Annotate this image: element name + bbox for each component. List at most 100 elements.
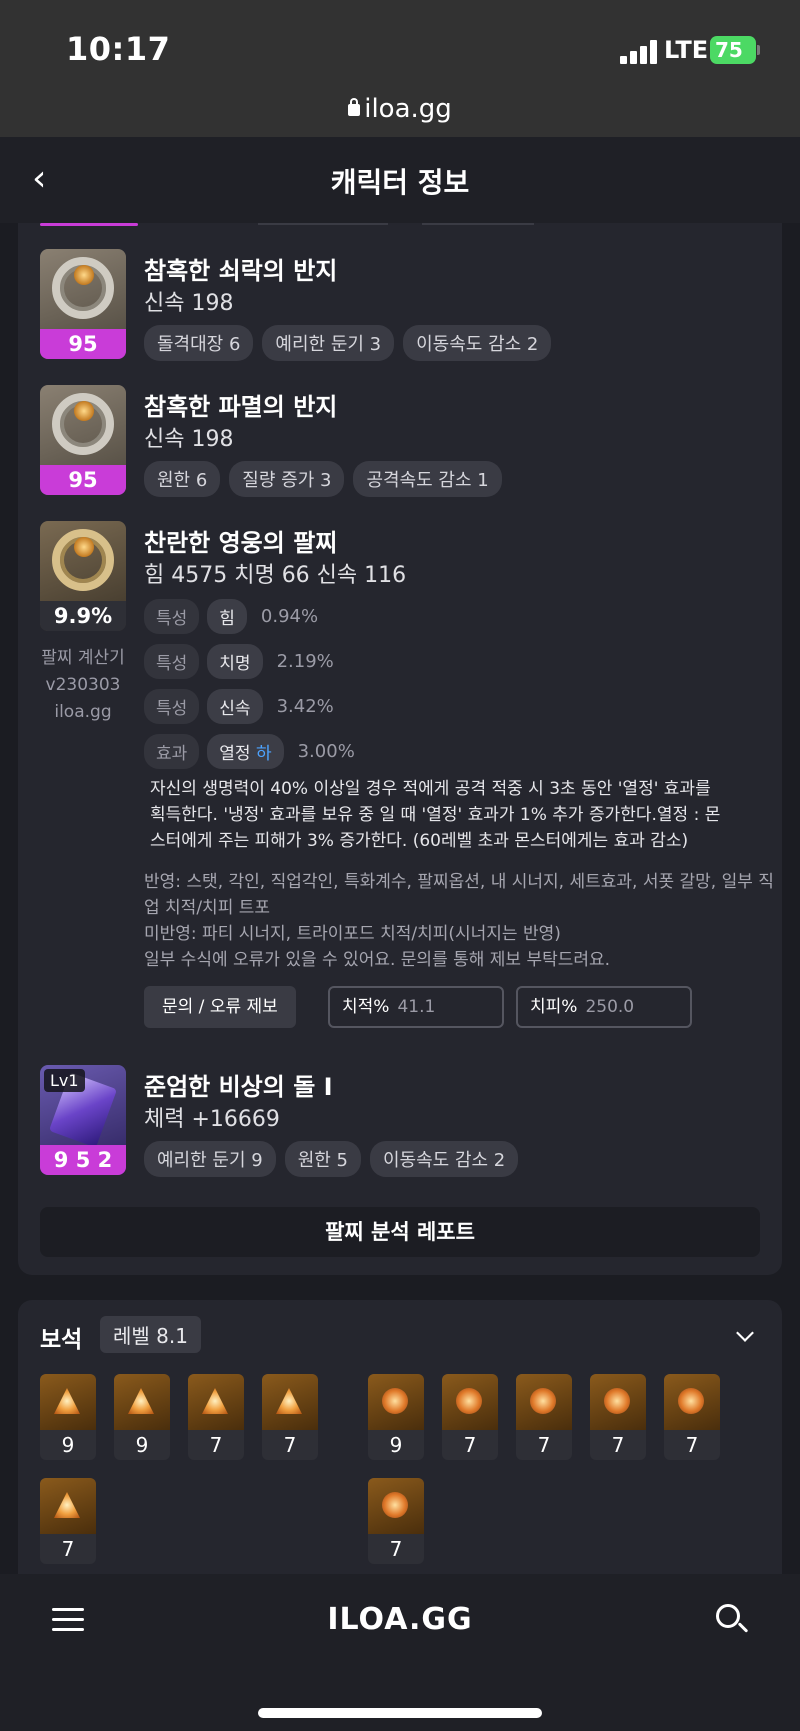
item-name: 찬란한 영웅의 팔찌 xyxy=(144,529,338,557)
gem-level: 7 xyxy=(537,1433,551,1457)
status-bar: 10:17 LTE 75 iloa.gg xyxy=(0,0,800,137)
chevron-down-icon[interactable] xyxy=(736,1324,754,1342)
effect-description: 자신의 생명력이 40% 이상일 경우 적에게 공격 적중 시 3초 동안 '열… xyxy=(150,779,721,851)
item-stat: 힘 4575 치명 66 신속 116 xyxy=(144,563,407,588)
calc-note-applied: 반영: 스탯, 각인, 직업각인, 특화계수, 팔찌옵션, 내 시너지, 세트효… xyxy=(144,872,774,918)
engraving-tag: 이동속도 감소 2 xyxy=(370,1141,519,1177)
signal-icon xyxy=(620,40,660,64)
bracelet-calculator-info: 팔찌 계산기 v230303 iloa.gg xyxy=(40,645,126,726)
gem-item[interactable]: 9 xyxy=(114,1374,170,1460)
gems-level-badge: 레벨 8.1 xyxy=(100,1316,201,1353)
gem-level: 7 xyxy=(463,1433,477,1457)
gem-item[interactable]: 7 xyxy=(262,1374,318,1460)
quality-badge: 95 xyxy=(40,465,126,495)
accessory-ring-1[interactable]: 95 참혹한 쇠락의 반지 신속 198 돌격대장 6 예리한 둔기 3 이동속… xyxy=(40,249,740,361)
stone-quality-badge: 9 5 2 xyxy=(40,1145,126,1175)
item-stat: 체력 +16669 xyxy=(144,1107,280,1132)
bracelet-option-row: 특성 신속 3.42% xyxy=(144,689,334,724)
ability-stone-item[interactable]: Lv1 9 5 2 준엄한 비상의 돌 I 체력 +16669 예리한 둔기 9… xyxy=(40,1065,740,1177)
accessory-ring-2[interactable]: 95 참혹한 파멸의 반지 신속 198 원한 6 질량 증가 3 공격속도 감… xyxy=(40,385,740,497)
status-time: 10:17 xyxy=(66,30,171,68)
gem-item[interactable]: 7 xyxy=(40,1478,96,1564)
item-name: 참혹한 쇠락의 반지 xyxy=(144,257,338,285)
previous-item-quality-bar xyxy=(40,223,138,226)
gem-item[interactable]: 7 xyxy=(664,1374,720,1460)
option-key: 특성 xyxy=(144,599,200,634)
bracelet-analysis-report-button[interactable]: 팔찌 분석 레포트 xyxy=(40,1207,760,1257)
gem-item[interactable]: 9 xyxy=(368,1374,424,1460)
engraving-tag: 이동속도 감소 2 xyxy=(403,325,552,361)
crit-damage-input[interactable] xyxy=(585,997,676,1017)
equipment-panel: 95 참혹한 쇠락의 반지 신속 198 돌격대장 6 예리한 둔기 3 이동속… xyxy=(18,223,782,1275)
item-stat: 신속 198 xyxy=(144,291,234,316)
option-value: 힘 xyxy=(207,599,247,634)
address-bar[interactable]: iloa.gg xyxy=(0,94,800,124)
item-stat: 신속 198 xyxy=(144,427,234,452)
quality-badge: 95 xyxy=(40,329,126,359)
option-value: 치명 xyxy=(207,644,263,679)
battery-icon: 75 xyxy=(710,36,756,64)
calculator-version: v230303 xyxy=(45,675,121,695)
gem-item[interactable]: 7 xyxy=(188,1374,244,1460)
option-percent: 3.00% xyxy=(297,741,355,762)
page-title: 캐릭터 정보 xyxy=(330,166,470,199)
ring-icon: 95 xyxy=(40,249,126,359)
gem-item[interactable]: 7 xyxy=(368,1478,424,1564)
engraving-tag: 질량 증가 3 xyxy=(229,461,345,497)
engraving-tags: 원한 6 질량 증가 3 공격속도 감소 1 xyxy=(144,461,502,497)
item-name: 준엄한 비상의 돌 I xyxy=(144,1073,333,1101)
engraving-tags: 예리한 둔기 9 원한 5 이동속도 감소 2 xyxy=(144,1141,519,1177)
gem-item[interactable]: 7 xyxy=(516,1374,572,1460)
crit-damage-label: 치피% xyxy=(530,997,578,1017)
engraving-tag: 예리한 둔기 3 xyxy=(262,325,395,361)
item-name: 참혹한 파멸의 반지 xyxy=(144,393,338,421)
gems-title: 보석 xyxy=(40,1327,83,1353)
search-icon[interactable] xyxy=(716,1604,740,1628)
engraving-tag: 원한 6 xyxy=(144,461,221,497)
option-percent: 2.19% xyxy=(276,651,334,672)
crit-damage-field: 치피% xyxy=(516,986,692,1028)
crit-rate-label: 치적% xyxy=(342,997,390,1017)
effect-value: 열정 하 xyxy=(207,734,284,769)
gem-item[interactable]: 9 xyxy=(40,1374,96,1460)
brand-logo[interactable]: ILOA.GG xyxy=(0,1602,800,1637)
bracelet-icon: 9.9% xyxy=(40,521,126,631)
ring-icon: 95 xyxy=(40,385,126,495)
calculator-label: 팔찌 계산기 xyxy=(41,648,125,668)
url-text: iloa.gg xyxy=(364,94,452,124)
ability-stone-icon: Lv1 9 5 2 xyxy=(40,1065,126,1175)
calculator-site: iloa.gg xyxy=(54,702,112,722)
battery-level: 75 xyxy=(715,38,743,62)
gem-level: 9 xyxy=(389,1433,403,1457)
gem-level: 9 xyxy=(135,1433,149,1457)
report-error-button[interactable]: 문의 / 오류 제보 xyxy=(144,986,296,1028)
engraving-tag: 돌격대장 6 xyxy=(144,325,254,361)
crit-rate-input[interactable] xyxy=(397,997,488,1017)
previous-item-tag xyxy=(258,223,388,225)
effect-name: 열정 xyxy=(219,744,251,764)
engraving-tag: 공격속도 감소 1 xyxy=(353,461,502,497)
option-key: 특성 xyxy=(144,689,200,724)
bracelet-option-row: 특성 힘 0.94% xyxy=(144,599,318,634)
calc-note-disclaimer: 일부 수식에 오류가 있을 수 있어요. 문의를 통해 제보 부탁드려요. xyxy=(144,950,611,970)
gem-level: 7 xyxy=(209,1433,223,1457)
crit-rate-field: 치적% xyxy=(328,986,504,1028)
calc-note-not-applied: 미반영: 파티 시너지, 트라이포드 치적/치피(시너지는 반영) xyxy=(144,924,561,944)
network-label: LTE xyxy=(664,36,709,64)
home-indicator xyxy=(258,1708,542,1718)
gem-item[interactable]: 7 xyxy=(590,1374,646,1460)
battery-cap xyxy=(757,45,760,55)
gem-level: 7 xyxy=(283,1433,297,1457)
option-percent: 0.94% xyxy=(260,606,319,627)
effect-grade: 하 xyxy=(255,744,272,764)
engraving-tags: 돌격대장 6 예리한 둔기 3 이동속도 감소 2 xyxy=(144,325,552,361)
gem-item[interactable]: 7 xyxy=(442,1374,498,1460)
gem-level: 7 xyxy=(611,1433,625,1457)
bottom-navigation: ILOA.GG xyxy=(0,1574,800,1731)
bracelet-effect-row: 효과 열정 하 3.00% xyxy=(144,734,355,769)
engraving-tag: 원한 5 xyxy=(284,1141,361,1177)
option-percent: 3.42% xyxy=(276,696,334,717)
bracelet-percent: 9.9% xyxy=(40,601,126,631)
gem-level: 9 xyxy=(61,1433,75,1457)
option-key: 효과 xyxy=(144,734,200,769)
